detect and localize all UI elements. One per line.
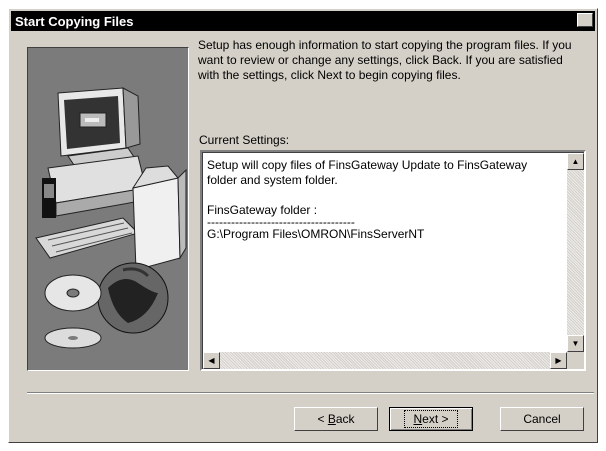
settings-line: Setup will copy files of FinsGateway Upd… <box>207 158 528 187</box>
scroll-right-button[interactable]: ▶ <box>550 352 567 369</box>
scroll-up-button[interactable]: ▲ <box>567 153 584 170</box>
back-button-label: < Back <box>317 412 355 426</box>
scroll-down-button[interactable]: ▼ <box>567 335 584 352</box>
current-settings-textbox[interactable]: Setup will copy files of FinsGateway Upd… <box>200 150 586 371</box>
back-button[interactable]: < Back <box>294 407 378 431</box>
scroll-up-icon: ▲ <box>571 157 580 166</box>
current-settings-label: Current Settings: <box>199 133 290 147</box>
intro-text: Setup has enough information to start co… <box>198 38 572 82</box>
dialog-title: Start Copying Files <box>15 13 134 29</box>
next-button-label: Next > <box>404 410 458 428</box>
button-separator <box>27 392 594 394</box>
scroll-left-button[interactable]: ◀ <box>203 352 220 369</box>
title-bar: Start Copying Files <box>11 11 595 31</box>
setup-illustration <box>27 47 189 371</box>
next-button[interactable]: Next > <box>389 407 473 431</box>
scroll-left-icon: ◀ <box>208 356 215 365</box>
settings-line: ------------------------------------- <box>207 215 355 229</box>
close-button[interactable] <box>577 13 593 27</box>
scroll-right-icon: ▶ <box>555 356 562 365</box>
vertical-scrollbar[interactable]: ▲ ▼ <box>567 153 584 352</box>
settings-line: G:\Program Files\OMRON\FinsServerNT <box>207 227 425 241</box>
computer-and-discs-image <box>35 87 187 349</box>
settings-content: Setup will copy files of FinsGateway Upd… <box>207 158 557 242</box>
scroll-down-icon: ▼ <box>571 339 580 348</box>
scrollbar-corner <box>567 352 584 369</box>
cancel-button[interactable]: Cancel <box>500 407 584 431</box>
horizontal-scrollbar[interactable]: ◀ ▶ <box>203 352 567 369</box>
